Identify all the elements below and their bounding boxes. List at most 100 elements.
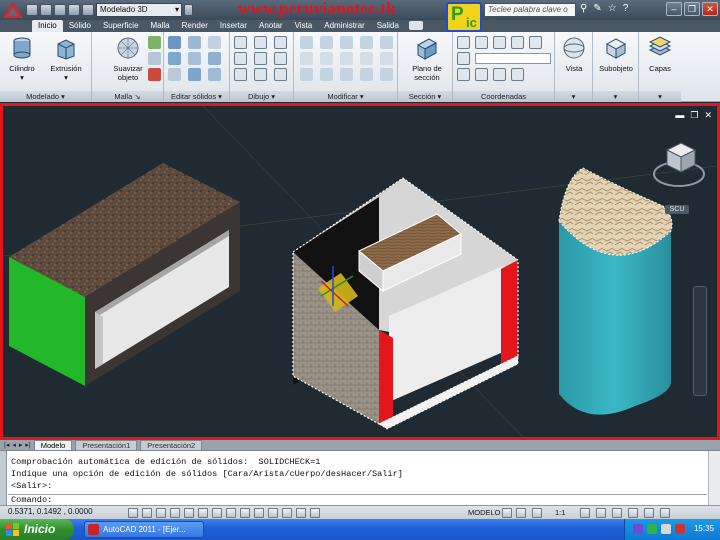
interfere-icon[interactable] bbox=[208, 68, 221, 81]
rectangle-icon[interactable] bbox=[274, 52, 287, 65]
navigation-bar[interactable] bbox=[693, 286, 707, 396]
quick-view-drawings-icon[interactable] bbox=[516, 508, 526, 518]
dynamic-ucs-icon[interactable] bbox=[240, 508, 250, 518]
ucs-x-icon[interactable] bbox=[475, 68, 488, 81]
next-layout-icon[interactable]: ▸ bbox=[19, 441, 23, 449]
scale-icon[interactable] bbox=[320, 68, 333, 81]
subobjeto-button[interactable]: Subobjeto bbox=[596, 35, 636, 87]
restore-icon[interactable]: ❐ bbox=[684, 2, 700, 16]
chevron-down-icon[interactable]: ▾ bbox=[2, 73, 42, 82]
ucs-z-icon[interactable] bbox=[511, 68, 524, 81]
ucs-icon[interactable] bbox=[457, 36, 470, 49]
panel-title-seccion[interactable]: Sección ▾ bbox=[398, 91, 452, 102]
restore-icon[interactable]: ❐ bbox=[690, 110, 698, 121]
favorites-icon[interactable]: ☆ bbox=[608, 3, 617, 14]
tab-vista[interactable]: Vista bbox=[289, 20, 319, 32]
isolate-objects-icon[interactable] bbox=[644, 508, 654, 518]
tray-volume-icon[interactable] bbox=[661, 524, 671, 534]
communication-icon[interactable]: ✎ bbox=[593, 3, 601, 14]
imprint-icon[interactable] bbox=[188, 68, 201, 81]
slice-icon[interactable] bbox=[208, 52, 221, 65]
polygon-icon[interactable] bbox=[234, 68, 247, 81]
tray-app-icon[interactable] bbox=[633, 524, 643, 534]
hardware-acceleration-icon[interactable] bbox=[628, 508, 638, 518]
ucs-world-icon[interactable] bbox=[475, 36, 488, 49]
dynamic-input-icon[interactable] bbox=[254, 508, 264, 518]
ribbon-toggle-icon[interactable] bbox=[408, 21, 423, 30]
capas-dropdown[interactable]: ▾ bbox=[639, 91, 681, 102]
tab-malla[interactable]: Malla bbox=[145, 20, 176, 32]
intersect-icon[interactable] bbox=[208, 36, 221, 49]
cut-cylinder-solid[interactable] bbox=[558, 167, 673, 415]
quick-view-layouts-icon[interactable] bbox=[502, 508, 512, 518]
spline-icon[interactable] bbox=[234, 52, 247, 65]
layout-tab-modelo[interactable]: Modelo bbox=[33, 440, 73, 450]
snap-mode-icon[interactable] bbox=[142, 508, 152, 518]
workspace-select[interactable]: Modelado 3D bbox=[96, 3, 182, 17]
cursor-coordinates[interactable]: 0.5371, 0.1492 , 0.0000 bbox=[8, 507, 93, 516]
pan-icon[interactable] bbox=[532, 508, 542, 518]
tab-salida[interactable]: Salida bbox=[371, 20, 405, 32]
offset-icon[interactable] bbox=[340, 52, 353, 65]
dropdown-icon[interactable] bbox=[184, 4, 193, 16]
help-icon[interactable]: ? bbox=[623, 3, 629, 14]
chevron-down-icon[interactable]: ▾ bbox=[46, 73, 86, 82]
extract-edges-icon[interactable] bbox=[168, 52, 181, 65]
annotation-scale[interactable]: 1:1 bbox=[555, 508, 565, 517]
stretch-icon[interactable] bbox=[340, 68, 353, 81]
tray-network-icon[interactable] bbox=[647, 524, 657, 534]
first-layout-icon[interactable]: |◂ bbox=[4, 441, 9, 449]
trim-icon[interactable] bbox=[360, 52, 373, 65]
move-icon[interactable] bbox=[300, 36, 313, 49]
panel-title-modelado[interactable]: Modelado ▾ bbox=[0, 91, 91, 102]
array-icon[interactable] bbox=[380, 36, 393, 49]
panel-title-editar-solidos[interactable]: Editar sólidos ▾ bbox=[164, 91, 229, 102]
thicken-icon[interactable] bbox=[168, 68, 181, 81]
annotation-visibility-icon[interactable] bbox=[580, 508, 590, 518]
align-icon[interactable] bbox=[340, 36, 353, 49]
tray-security-icon[interactable] bbox=[675, 524, 685, 534]
taskbar-app-button[interactable]: AutoCAD 2011 - [Ejer... bbox=[84, 521, 204, 538]
selection-cycling-icon[interactable] bbox=[310, 508, 320, 518]
plano-seccion-button[interactable]: Plano de sección bbox=[406, 35, 448, 87]
ucs-view-icon[interactable] bbox=[457, 52, 470, 65]
last-layout-icon[interactable]: ▸| bbox=[25, 441, 30, 449]
minimize-icon[interactable]: – bbox=[666, 2, 682, 16]
transparency-icon[interactable] bbox=[282, 508, 292, 518]
clock[interactable]: 15:35 bbox=[694, 524, 714, 533]
viewcube-icon[interactable] bbox=[653, 142, 705, 187]
start-button[interactable]: Inicio bbox=[0, 519, 74, 540]
save-icon[interactable] bbox=[54, 4, 66, 16]
layout-tab-presentacion2[interactable]: Presentación2 bbox=[140, 440, 203, 450]
hatch-icon[interactable] bbox=[274, 68, 287, 81]
panel-title-malla[interactable]: Malla ↘ bbox=[92, 91, 163, 102]
circle-icon[interactable] bbox=[254, 52, 267, 65]
command-prompt-input[interactable]: Comando: bbox=[11, 495, 52, 505]
ellipse-icon[interactable] bbox=[254, 68, 267, 81]
workspace-switch-icon[interactable] bbox=[596, 508, 606, 518]
properties-icon[interactable] bbox=[380, 68, 393, 81]
polyline-icon[interactable] bbox=[254, 36, 267, 49]
binoculars-icon[interactable]: ⚲ bbox=[580, 3, 587, 14]
ucs-zaxis-icon[interactable] bbox=[511, 36, 524, 49]
infer-constraints-icon[interactable] bbox=[128, 508, 138, 518]
prev-layout-icon[interactable]: ◂ bbox=[12, 441, 16, 449]
polar-tracking-icon[interactable] bbox=[184, 508, 194, 518]
tab-inicio[interactable]: Inicio bbox=[32, 20, 63, 32]
tab-solido[interactable]: Sólido bbox=[63, 20, 97, 32]
rotate3d-icon[interactable] bbox=[320, 36, 333, 49]
tab-anotar[interactable]: Anotar bbox=[253, 20, 289, 32]
panel-title-coordenadas[interactable]: Coordenadas bbox=[453, 91, 554, 102]
ucs-3point-icon[interactable] bbox=[529, 36, 542, 49]
minimize-icon[interactable]: ▬ bbox=[675, 110, 684, 121]
search-input[interactable]: Teclee palabra clave o frase bbox=[484, 3, 576, 26]
mesh-smooth-less-icon[interactable] bbox=[148, 52, 161, 65]
command-scrollbar[interactable] bbox=[708, 451, 720, 506]
suavizar-objeto-button[interactable]: Suavizar objeto bbox=[108, 35, 148, 87]
wcs-menu[interactable]: SCU bbox=[665, 205, 689, 214]
lineweight-icon[interactable] bbox=[268, 508, 278, 518]
close-icon[interactable]: ✕ bbox=[702, 2, 718, 16]
model-space-toggle[interactable]: MODELO bbox=[468, 508, 501, 517]
hollow-box-solid[interactable] bbox=[9, 163, 240, 386]
3d-object-snap-icon[interactable] bbox=[212, 508, 222, 518]
